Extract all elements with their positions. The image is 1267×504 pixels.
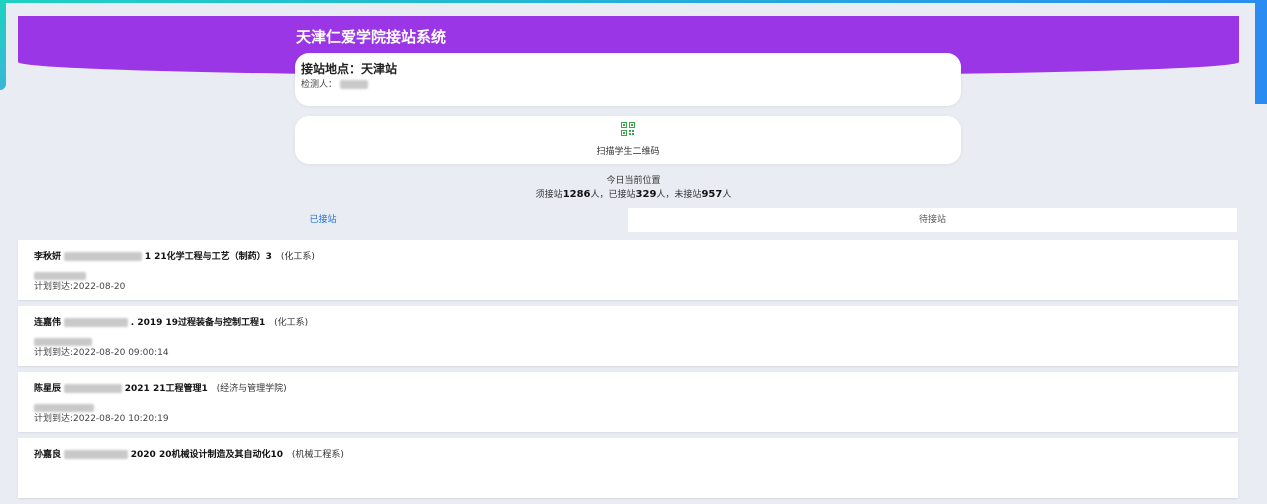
scan-qr-button[interactable]: 扫描学生二维码 xyxy=(295,116,961,164)
student-department: (化工系) xyxy=(280,252,315,262)
student-card[interactable]: 连嘉伟 . 2019 19过程装备与控制工程1 (化工系) 计划到达:2022-… xyxy=(18,306,1238,366)
station-info-card: 接站地点：天津站 检测人： xyxy=(295,53,961,106)
student-id-redacted xyxy=(63,252,142,261)
qrcode-icon xyxy=(621,122,635,136)
tab-pending[interactable]: 待接站 xyxy=(628,208,1237,232)
checker-label: 检测人： xyxy=(301,80,338,90)
student-plan-arrival: 计划到达:2022-08-20 xyxy=(34,282,126,292)
tab-picked-up[interactable]: 已接站 xyxy=(18,208,628,232)
student-name: 陈星辰 xyxy=(34,384,62,394)
student-name: 李秋妍 xyxy=(34,252,62,262)
top-accent-line xyxy=(0,0,1267,3)
stats-picked-count: 329 xyxy=(635,189,657,200)
stats-summary: 须接站1286人，已接站329人，未接站957人 xyxy=(0,187,1267,200)
student-department: (化工系) xyxy=(274,318,309,328)
student-class: 2021 21工程管理1 xyxy=(124,384,208,394)
student-department: (经济与管理学院) xyxy=(216,384,287,394)
student-card[interactable]: 李秋妍 1 21化学工程与工艺（制药）3 (化工系) 计划到达:2022-08-… xyxy=(18,240,1238,300)
page-title: 天津仁爱学院接站系统 xyxy=(296,28,447,46)
student-department: (机械工程系) xyxy=(291,450,344,460)
student-id-redacted xyxy=(63,384,122,393)
scan-label: 扫描学生二维码 xyxy=(596,147,660,157)
stats-picked-prefix: 人，已接站 xyxy=(590,190,636,200)
student-header: 连嘉伟 . 2019 19过程装备与控制工程1 (化工系) xyxy=(34,315,308,328)
station-location: 接站地点：天津站 xyxy=(301,62,398,76)
student-header: 陈星辰 2021 21工程管理1 (经济与管理学院) xyxy=(34,381,287,394)
right-edge-decoration xyxy=(1255,0,1267,104)
left-edge-decoration xyxy=(0,0,6,90)
student-card[interactable]: 陈星辰 2021 21工程管理1 (经济与管理学院) 计划到达:2022-08-… xyxy=(18,372,1238,432)
student-plan-arrival: 计划到达:2022-08-20 10:20:19 xyxy=(34,414,169,424)
student-class: 1 21化学工程与工艺（制药）3 xyxy=(144,252,272,262)
stats-need-prefix: 须接站 xyxy=(535,190,563,200)
student-list: 李秋妍 1 21化学工程与工艺（制药）3 (化工系) 计划到达:2022-08-… xyxy=(18,240,1238,504)
student-header: 李秋妍 1 21化学工程与工艺（制药）3 (化工系) xyxy=(34,249,315,262)
student-name: 孙嘉良 xyxy=(34,450,62,460)
student-header: 孙嘉良 2020 20机械设计制造及其自动化10 (机械工程系) xyxy=(34,447,344,460)
stats-title: 今日当前位置 xyxy=(606,176,661,186)
student-class: . 2019 19过程装备与控制工程1 xyxy=(130,318,266,328)
student-class: 2020 20机械设计制造及其自动化10 xyxy=(130,450,283,460)
stats-pending-prefix: 人，未接站 xyxy=(656,190,702,200)
student-name: 连嘉伟 xyxy=(34,318,62,328)
checker-name-redacted xyxy=(339,80,368,89)
stats-suffix: 人 xyxy=(722,190,732,200)
checker-row: 检测人： xyxy=(301,77,368,90)
stats-pending-count: 957 xyxy=(701,189,723,200)
student-card[interactable]: 孙嘉良 2020 20机械设计制造及其自动化10 (机械工程系) xyxy=(18,438,1238,498)
stats-need-count: 1286 xyxy=(562,189,591,200)
student-id-redacted xyxy=(63,318,128,327)
student-id-redacted xyxy=(63,450,128,459)
student-plan-arrival: 计划到达:2022-08-20 09:00:14 xyxy=(34,348,169,358)
